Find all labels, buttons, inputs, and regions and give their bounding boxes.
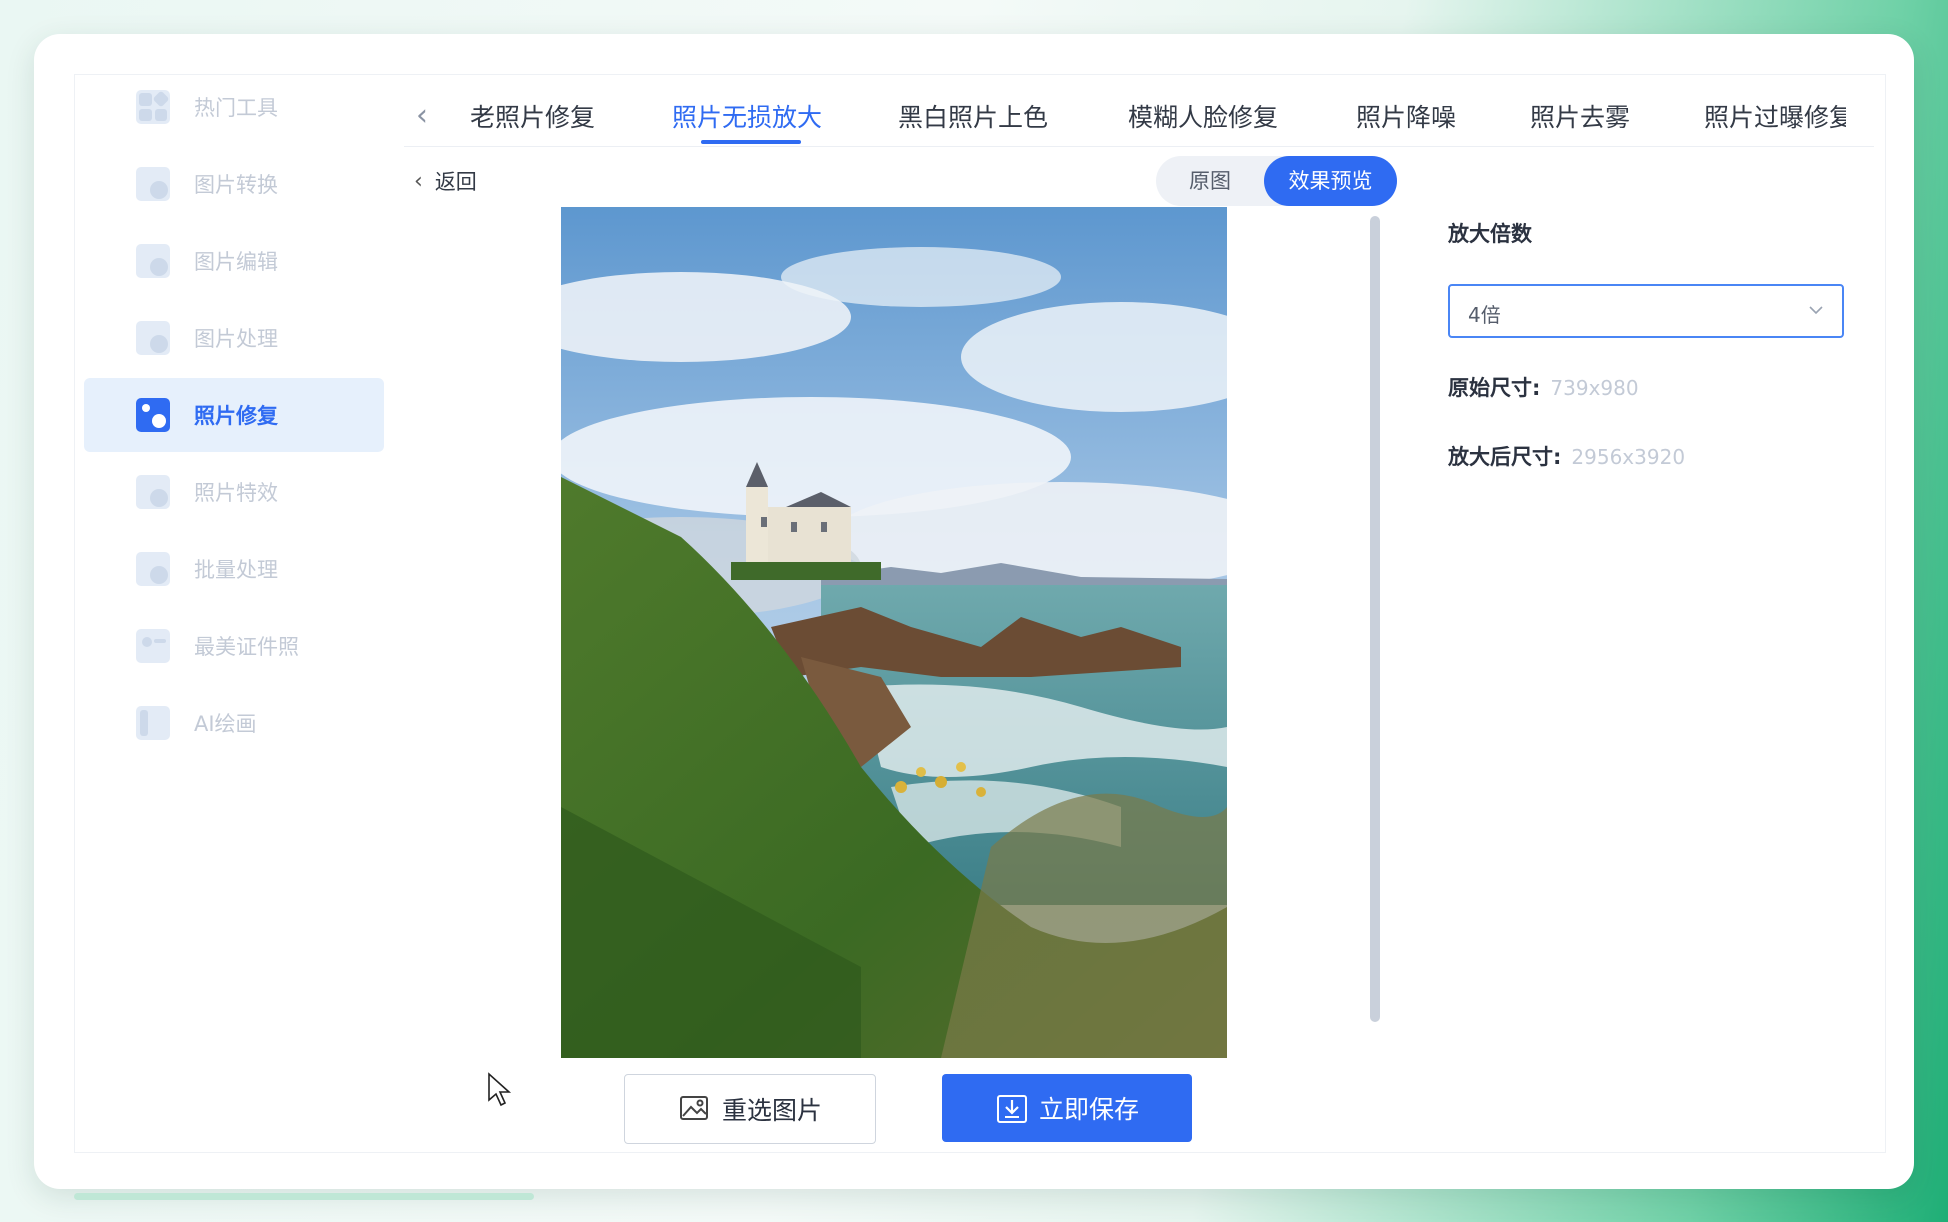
save-button[interactable]: 立即保存 <box>942 1074 1192 1142</box>
toggle-preview[interactable]: 效果预览 <box>1264 156 1397 206</box>
image-process-icon <box>136 321 170 355</box>
original-size-row: 原始尺寸: 739x980 <box>1448 372 1639 402</box>
back-label: 返回 <box>434 170 477 194</box>
sidebar-item-ai-paint[interactable]: AI绘画 <box>84 686 384 760</box>
photo-effect-icon <box>136 475 170 509</box>
sidebar-item-image-convert[interactable]: 图片转换 <box>84 147 384 221</box>
photo-repair-icon <box>136 398 170 432</box>
sidebar-item-hot-tools[interactable]: 热门工具 <box>84 70 384 144</box>
sidebar-item-photo-effect[interactable]: 照片特效 <box>84 455 384 529</box>
sidebar-item-image-edit[interactable]: 图片编辑 <box>84 224 384 298</box>
scale-select-value: 4倍 <box>1468 303 1501 327</box>
tab-colorize[interactable]: 黑白照片上色 <box>898 98 1048 134</box>
download-icon <box>996 1095 1027 1123</box>
back-link[interactable]: ‹ 返回 <box>414 166 477 196</box>
sidebar-item-label: 图片处理 <box>194 327 278 351</box>
tab-denoise[interactable]: 照片降噪 <box>1356 98 1456 134</box>
grid-icon <box>136 90 170 124</box>
scaled-size-value: 2956x3920 <box>1571 445 1686 469</box>
active-tab-indicator <box>701 140 801 144</box>
chevron-down-icon <box>1809 306 1823 315</box>
sidebar-item-label: 最美证件照 <box>194 635 299 659</box>
reselect-image-button[interactable]: 重选图片 <box>624 1074 876 1144</box>
sidebar-item-batch[interactable]: 批量处理 <box>84 532 384 606</box>
sidebar-item-label: 热门工具 <box>194 96 278 120</box>
sidebar-item-label: 照片修复 <box>194 404 278 428</box>
reselect-label: 重选图片 <box>721 1096 822 1125</box>
sidebar-item-label: 批量处理 <box>194 558 278 582</box>
sidebar: 热门工具 图片转换 图片编辑 图片处理 照片修复 照片特效 批量处理 最美证件照… <box>84 70 384 763</box>
tab-lossless-upscale[interactable]: 照片无损放大 <box>672 98 822 134</box>
sidebar-item-label: 照片特效 <box>194 481 278 505</box>
image-convert-icon <box>136 167 170 201</box>
scale-title: 放大倍数 <box>1448 222 1532 246</box>
scale-select[interactable]: 4倍 <box>1448 284 1844 338</box>
batch-icon <box>136 552 170 586</box>
image-edit-icon <box>136 244 170 278</box>
image-icon <box>679 1096 708 1120</box>
sidebar-item-id-photo[interactable]: 最美证件照 <box>84 609 384 683</box>
sidebar-item-label: 图片编辑 <box>194 250 278 274</box>
view-toggle: 原图 效果预览 <box>1156 156 1397 206</box>
scaled-size-row: 放大后尺寸: 2956x3920 <box>1448 441 1685 471</box>
mouse-cursor-icon <box>488 1072 512 1107</box>
tool-tabs: ‹ 老照片修复 照片无损放大 黑白照片上色 模糊人脸修复 照片降噪 照片去雾 照… <box>404 84 1874 147</box>
original-size-value: 739x980 <box>1550 376 1639 400</box>
id-photo-icon <box>136 629 170 663</box>
original-size-label: 原始尺寸: <box>1448 376 1541 400</box>
preview-image <box>561 207 1227 1058</box>
scaled-size-label: 放大后尺寸: <box>1448 445 1562 469</box>
sidebar-item-label: AI绘画 <box>194 712 257 736</box>
horizontal-scrollbar[interactable] <box>74 1193 534 1200</box>
ai-paint-icon <box>136 706 170 740</box>
sidebar-item-image-process[interactable]: 图片处理 <box>84 301 384 375</box>
tab-old-photo-repair[interactable]: 老照片修复 <box>470 98 595 134</box>
tab-face-repair[interactable]: 模糊人脸修复 <box>1128 98 1278 134</box>
toggle-original[interactable]: 原图 <box>1156 156 1264 206</box>
save-label: 立即保存 <box>1038 1095 1139 1124</box>
tab-dehaze[interactable]: 照片去雾 <box>1530 98 1630 134</box>
vertical-scrollbar[interactable] <box>1370 216 1380 1022</box>
sidebar-item-label: 图片转换 <box>194 173 278 197</box>
sidebar-item-photo-repair[interactable]: 照片修复 <box>84 378 384 452</box>
tab-overexposure-repair[interactable]: 照片过曝修复 <box>1704 98 1846 134</box>
chevron-left-icon: ‹ <box>414 168 423 194</box>
